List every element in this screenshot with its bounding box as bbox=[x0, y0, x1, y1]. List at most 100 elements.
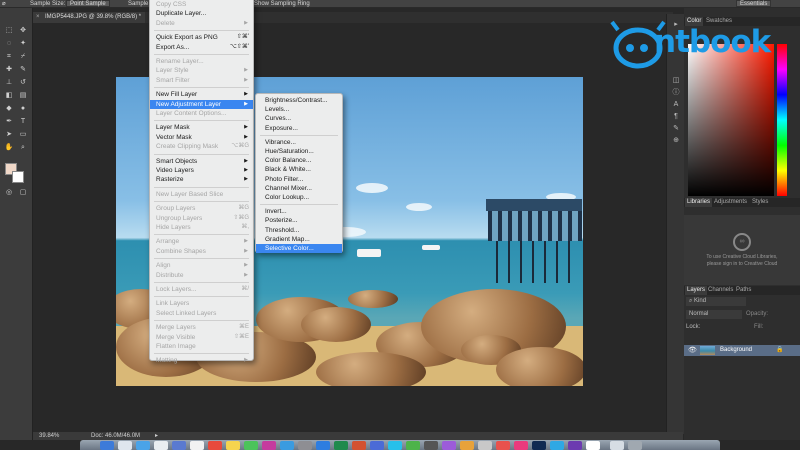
ibooks-icon[interactable] bbox=[460, 441, 474, 450]
type-tool-icon[interactable]: T bbox=[18, 117, 28, 127]
layer-menu-item[interactable]: Rename Layer... bbox=[150, 57, 253, 66]
gradient-tool-icon[interactable]: ▤ bbox=[18, 91, 28, 101]
layer-menu-item[interactable]: Arrange ▶ bbox=[150, 237, 253, 246]
preview-icon[interactable] bbox=[478, 441, 492, 450]
dodge-tool-icon[interactable]: ● bbox=[18, 104, 28, 114]
tab-paths[interactable]: Paths bbox=[734, 286, 753, 295]
system-preferences-icon[interactable] bbox=[298, 441, 312, 450]
adjustment-menu-item[interactable]: Exposure... bbox=[256, 124, 342, 133]
character-panel-icon[interactable]: A bbox=[671, 100, 681, 110]
document-size[interactable]: Doc: 46.0M/46.0M bbox=[91, 432, 140, 440]
layer-menu-item[interactable]: Flatten Image bbox=[150, 342, 253, 351]
messages-icon[interactable] bbox=[244, 441, 258, 450]
tab-styles[interactable]: Styles bbox=[750, 198, 770, 207]
path-selection-icon[interactable]: ➤ bbox=[4, 130, 14, 140]
workspace-switcher[interactable]: Essentials bbox=[736, 0, 772, 7]
quick-mask-icon[interactable]: ◎ bbox=[4, 188, 14, 198]
history-brush-icon[interactable]: ↺ bbox=[18, 78, 28, 88]
shape-tool-icon[interactable]: ▭ bbox=[18, 130, 28, 140]
layer-menu-item[interactable]: Combine Shapes ▶ bbox=[150, 247, 253, 256]
tab-channels[interactable]: Channels bbox=[706, 286, 735, 295]
pen-tool-icon[interactable]: ✒ bbox=[4, 117, 14, 127]
info-panel-icon[interactable]: ⓘ bbox=[671, 88, 681, 98]
adjustment-menu-item[interactable]: Levels... bbox=[256, 105, 342, 114]
adjustment-menu-item[interactable]: Black & White... bbox=[256, 165, 342, 174]
contacts-icon[interactable] bbox=[190, 441, 204, 450]
adjustment-menu-item[interactable]: Channel Mixer... bbox=[256, 184, 342, 193]
tab-adjustments[interactable]: Adjustments bbox=[712, 198, 749, 207]
layer-menu-item[interactable]: New Fill Layer ▶ bbox=[150, 90, 253, 99]
layer-menu-item[interactable]: Layer Mask ▶ bbox=[150, 123, 253, 132]
launchpad-icon[interactable] bbox=[118, 441, 132, 450]
status-menu-arrow-icon[interactable]: ▸ bbox=[155, 432, 158, 440]
layer-menu-item[interactable]: Matting ▶ bbox=[150, 356, 253, 365]
photos-icon[interactable] bbox=[154, 441, 168, 450]
blur-tool-icon[interactable]: ◆ bbox=[4, 104, 14, 114]
zoom-tool-icon[interactable]: ⌕ bbox=[18, 143, 28, 153]
layer-menu-item[interactable]: Vector Mask ▶ bbox=[150, 133, 253, 142]
adjustment-menu-item[interactable]: Hue/Saturation... bbox=[256, 147, 342, 156]
layer-menu-item[interactable]: Quick Export as PNG ⇧⌘' bbox=[150, 33, 253, 42]
close-tab-icon[interactable]: × bbox=[36, 12, 40, 23]
adjustment-menu-item[interactable]: Brightness/Contrast... bbox=[256, 96, 342, 105]
powerpoint-icon[interactable] bbox=[352, 441, 366, 450]
evernote-icon[interactable] bbox=[406, 441, 420, 450]
layer-menu-item[interactable]: Smart Filter ▶ bbox=[150, 76, 253, 85]
document-tab[interactable]: × IMGP5448.JPG @ 39.8% (RGB/8) * bbox=[33, 12, 145, 23]
layer-menu-item[interactable]: Lock Layers... ⌘/ bbox=[150, 285, 253, 294]
layer-menu-item[interactable]: Link Layers bbox=[150, 299, 253, 308]
paragraph-panel-icon[interactable]: ¶ bbox=[671, 112, 681, 122]
textedit-icon[interactable] bbox=[586, 441, 600, 450]
layer-menu-item[interactable]: Rasterize ▶ bbox=[150, 175, 253, 184]
move-tool-icon[interactable]: ✥ bbox=[18, 26, 28, 36]
adjustment-menu-item[interactable]: Selective Color... bbox=[256, 244, 342, 253]
magic-wand-icon[interactable]: ✦ bbox=[18, 39, 28, 49]
word-icon[interactable] bbox=[316, 441, 330, 450]
layer-menu-item[interactable]: Delete ▶ bbox=[150, 19, 253, 28]
chrome-icon[interactable] bbox=[370, 441, 384, 450]
itunes-icon[interactable] bbox=[262, 441, 276, 450]
background-color-swatch[interactable] bbox=[12, 171, 24, 183]
layer-filter-kind[interactable]: ⌕ Kind bbox=[686, 297, 746, 306]
healing-brush-icon[interactable]: ✚ bbox=[4, 65, 14, 75]
clone-stamp-icon[interactable]: ⊥ bbox=[4, 78, 14, 88]
layer-menu-item[interactable]: Ungroup Layers ⇧⌘G bbox=[150, 214, 253, 223]
layer-menu-item[interactable]: Hide Layers ⌘, bbox=[150, 223, 253, 232]
layer-menu-item[interactable]: Distribute ▶ bbox=[150, 271, 253, 280]
adjustment-menu-item[interactable]: Posterize... bbox=[256, 216, 342, 225]
tab-libraries[interactable]: Libraries bbox=[685, 198, 713, 207]
eraser-tool-icon[interactable]: ◧ bbox=[4, 91, 14, 101]
tab-layers[interactable]: Layers bbox=[685, 286, 708, 295]
layer-menu-item[interactable]: Align ▶ bbox=[150, 261, 253, 270]
terminal-icon[interactable] bbox=[424, 441, 438, 450]
layer-menu-item[interactable]: Merge Layers ⌘E bbox=[150, 323, 253, 332]
adjustment-menu-item[interactable]: Invert... bbox=[256, 207, 342, 216]
adjustment-menu-item[interactable]: Vibrance... bbox=[256, 138, 342, 147]
hand-tool-icon[interactable]: ✋ bbox=[4, 143, 14, 153]
layer-menu-item[interactable]: Duplicate Layer... bbox=[150, 9, 253, 18]
layer-menu-item[interactable]: Layer Content Options... bbox=[150, 109, 253, 118]
app-icon[interactable] bbox=[568, 441, 582, 450]
layer-row-background[interactable]: 👁 Background 🔒 bbox=[684, 345, 800, 356]
layer-menu-item[interactable]: Copy CSS bbox=[150, 0, 253, 9]
marquee-tool-icon[interactable]: ⬚ bbox=[4, 26, 14, 36]
brush-tool-icon[interactable]: ✎ bbox=[18, 65, 28, 75]
brush-panel-icon[interactable]: ✎ bbox=[671, 124, 681, 134]
layer-menu-item[interactable]: Smart Objects ▶ bbox=[150, 157, 253, 166]
eyedropper-icon[interactable]: ⌀ bbox=[2, 0, 6, 8]
notes-icon[interactable] bbox=[226, 441, 240, 450]
layer-menu-item[interactable]: Video Layers ▶ bbox=[150, 166, 253, 175]
adjustment-menu-item[interactable]: Color Balance... bbox=[256, 156, 342, 165]
telegram-icon[interactable] bbox=[550, 441, 564, 450]
zoom-level[interactable]: 39.84% bbox=[39, 432, 59, 440]
blend-mode-select[interactable]: Normal bbox=[686, 310, 742, 319]
layer-menu-item[interactable]: Layer Style ▶ bbox=[150, 66, 253, 75]
layer-menu-item[interactable]: New Layer Based Slice bbox=[150, 190, 253, 199]
layer-menu-item[interactable]: New Adjustment Layer ▶ bbox=[150, 99, 253, 109]
layer-menu-item[interactable]: Merge Visible ⇧⌘E bbox=[150, 333, 253, 342]
adjustment-menu-item[interactable]: Photo Filter... bbox=[256, 175, 342, 184]
flickr-icon[interactable] bbox=[514, 441, 528, 450]
podcasts-icon[interactable] bbox=[442, 441, 456, 450]
mail-icon[interactable] bbox=[172, 441, 186, 450]
photoshop-dock-icon[interactable] bbox=[532, 441, 546, 450]
